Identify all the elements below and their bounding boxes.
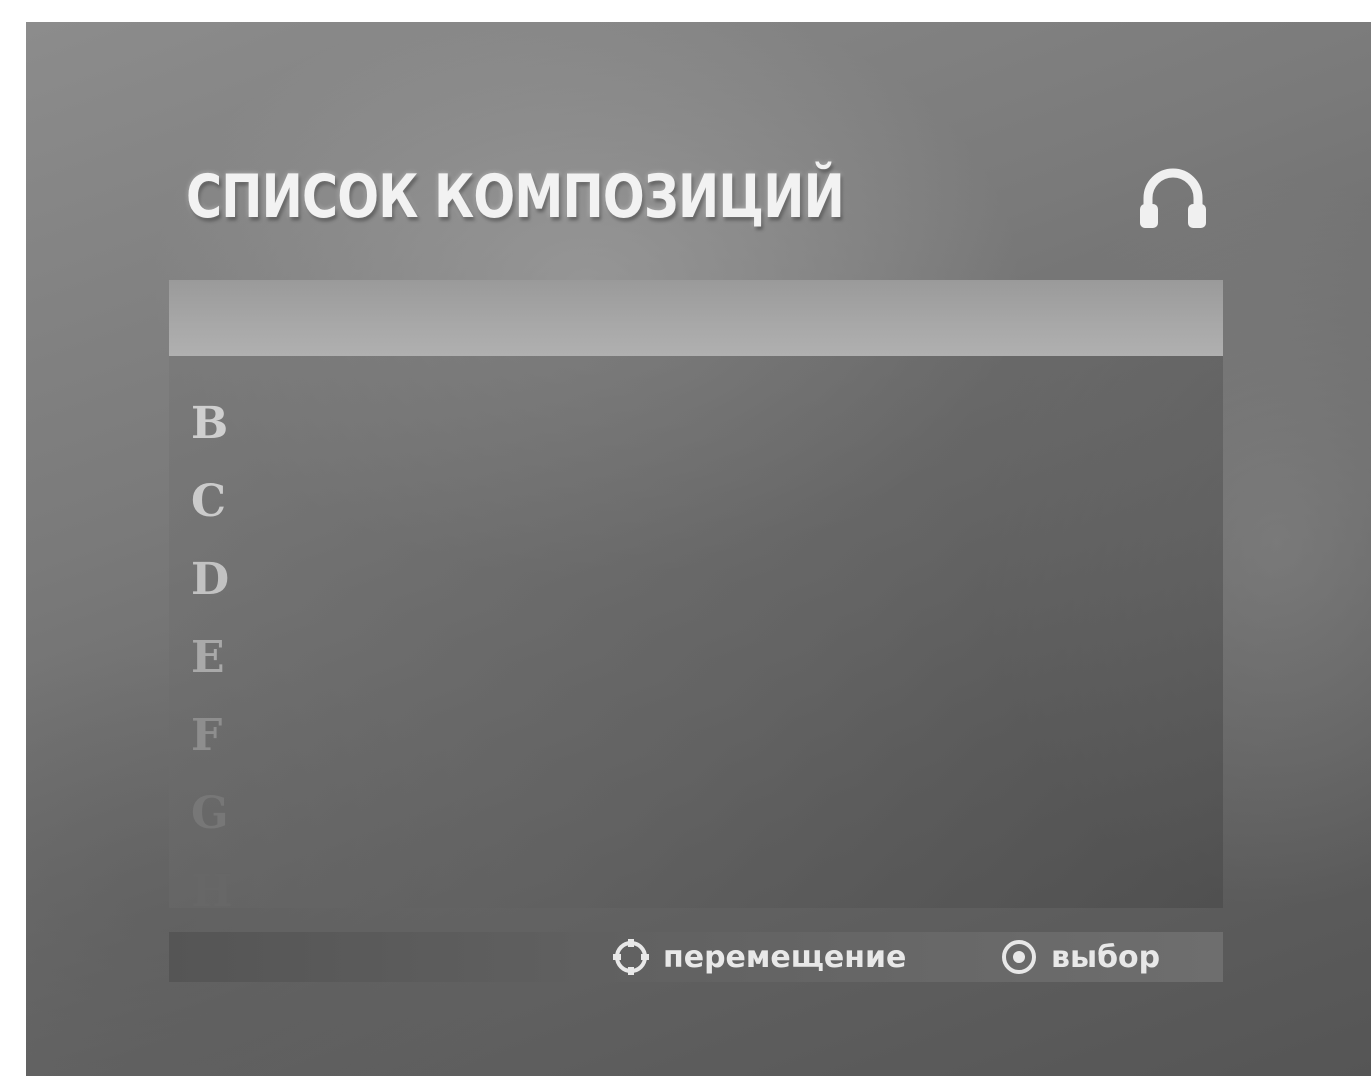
enter-button-icon [1002,940,1036,974]
navigation-ring-icon [613,939,649,975]
footer-hint-bar: перемещение выбор [169,932,1223,982]
list-item[interactable]: C [191,476,226,528]
select-hint-label: выбор [1051,939,1161,975]
list-item[interactable]: F [191,710,222,762]
list-item[interactable]: G [191,788,229,840]
list-item[interactable]: B [191,398,228,450]
list-item[interactable]: E [191,632,225,684]
list-item[interactable]: D [191,554,229,606]
move-hint-label: перемещение [663,939,907,975]
move-hint: перемещение [611,932,906,982]
osd-screen: СПИСОК КОМПОЗИЦИЙ B C D E F G H перемеще… [26,22,1371,1076]
headphones-icon [1140,168,1206,228]
screen-title: СПИСОК КОМПОЗИЦИЙ [186,162,845,232]
track-list: B C D E F G H [169,280,1223,908]
selected-list-item[interactable] [169,280,1223,356]
list-item[interactable]: H [191,866,233,906]
select-hint: выбор [999,932,1160,982]
